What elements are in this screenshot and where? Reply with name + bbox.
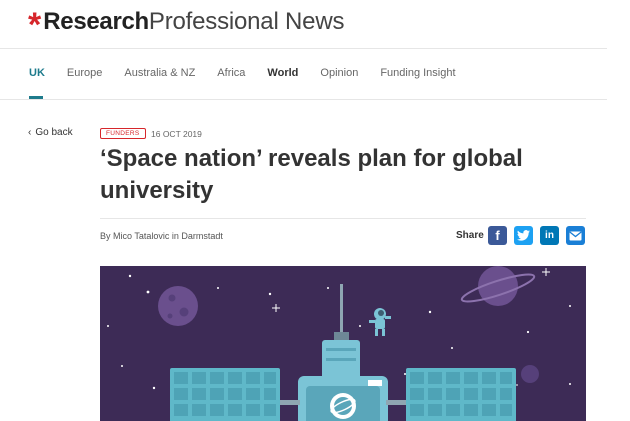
twitter-icon[interactable] — [514, 226, 533, 245]
share-label: Share — [456, 230, 484, 241]
nav-item-opinion[interactable]: Opinion — [320, 67, 358, 79]
linkedin-icon[interactable]: in — [540, 226, 559, 245]
category-badge[interactable]: FUNDERS — [100, 128, 146, 139]
nav-divider — [0, 99, 607, 100]
go-back-label: Go back — [35, 127, 73, 138]
nav-item-africa[interactable]: Africa — [217, 67, 245, 79]
nav-item-funding-insight[interactable]: Funding Insight — [380, 67, 455, 79]
article-title: ‘Space nation’ reveals plan for global u… — [100, 145, 523, 204]
logo-text-bold: Research — [43, 8, 149, 35]
nav-item-world[interactable]: World — [267, 67, 298, 79]
article-date: 16 OCT 2019 — [151, 129, 202, 139]
nav-item-australia-nz[interactable]: Australia & NZ — [124, 67, 195, 79]
nav-item-uk[interactable]: UK — [29, 67, 45, 79]
logo-text-light: Professional News — [148, 8, 345, 35]
facebook-icon[interactable]: f — [488, 226, 507, 245]
nav-item-europe[interactable]: Europe — [67, 67, 102, 79]
region-nav: UK Europe Australia & NZ Africa World Op… — [29, 67, 478, 79]
go-back-link[interactable]: ‹ Go back — [28, 127, 73, 138]
site-logo[interactable]: * Research Professional News — [28, 6, 345, 42]
asterisk-logo-icon: * — [28, 6, 42, 44]
title-divider — [100, 218, 586, 219]
article-byline: By Mico Tatalovic in Darmstadt — [100, 231, 223, 241]
chevron-left-icon: ‹ — [28, 127, 32, 138]
hero-illustration — [100, 266, 586, 421]
header-divider — [0, 48, 607, 49]
email-icon[interactable] — [566, 226, 585, 245]
space-station-illustration — [107, 266, 571, 421]
